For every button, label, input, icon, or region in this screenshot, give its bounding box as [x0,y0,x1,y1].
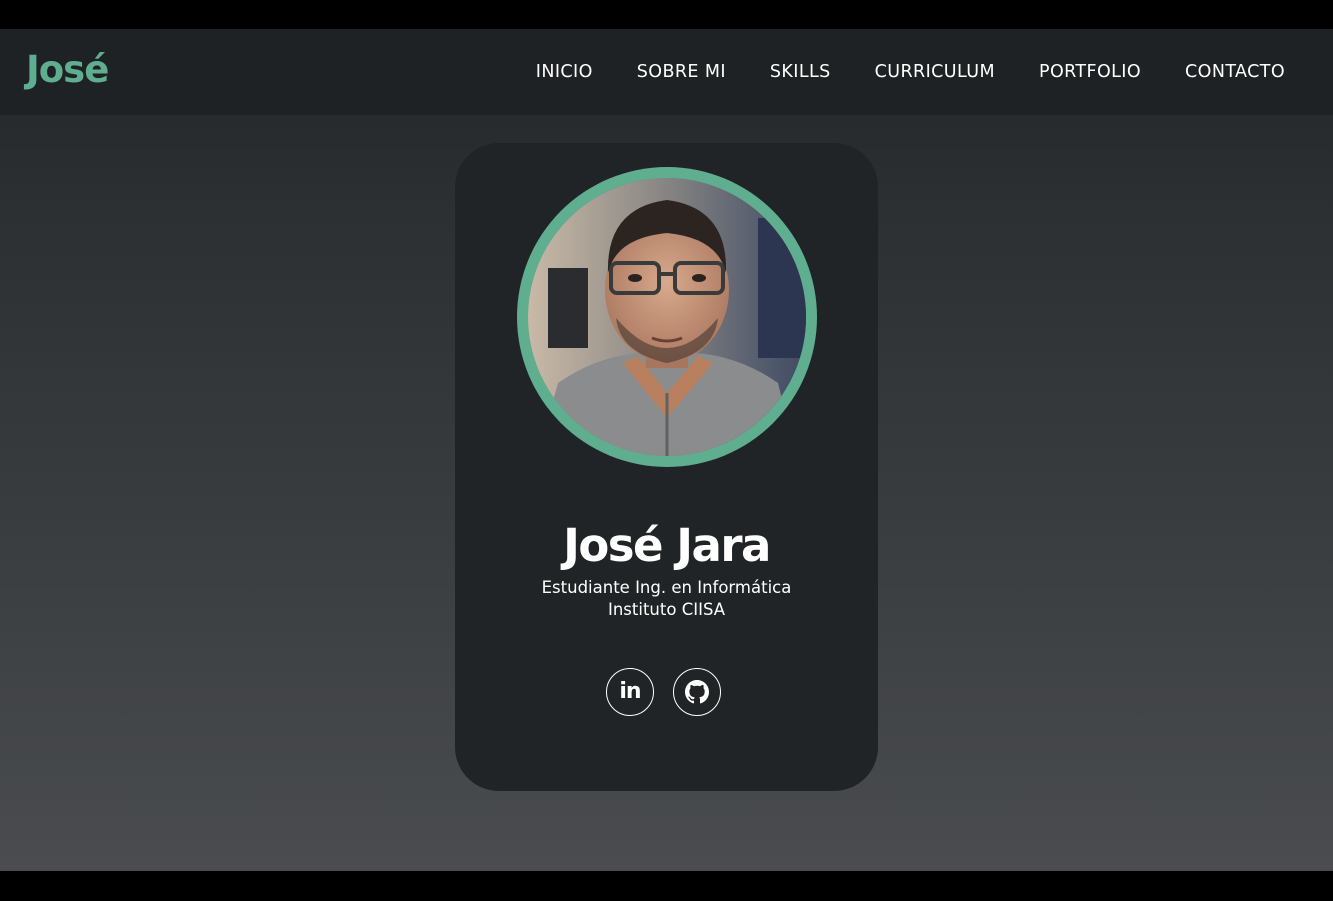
linkedin-icon: in [619,679,641,704]
site-logo[interactable]: José [26,46,109,94]
profile-card: José Jara Estudiante Ing. en Informática… [455,143,878,791]
profile-name: José Jara [563,519,771,572]
profile-subtitle-institution: Instituto CIISA [607,600,726,619]
nav-link-portfolio[interactable]: PORTFOLIO [1039,62,1141,82]
nav-link-contacto[interactable]: CONTACTO [1185,62,1285,82]
nav-link-sobre-mi[interactable]: SOBRE MI [637,62,726,82]
profile-photo-illustration [528,178,806,456]
profile-subtitle-role: Estudiante Ing. en Informática [541,578,792,597]
nav-link-inicio[interactable]: INICIO [536,62,593,82]
social-links: in [606,668,721,716]
nav-link-skills[interactable]: SKILLS [770,62,831,82]
page-viewport: José INICIO SOBRE MI SKILLS CURRICULUM P… [0,29,1333,871]
linkedin-button[interactable]: in [606,668,654,716]
navbar: José INICIO SOBRE MI SKILLS CURRICULUM P… [0,29,1333,115]
github-icon [685,680,709,704]
nav-menu: INICIO SOBRE MI SKILLS CURRICULUM PORTFO… [536,29,1285,115]
nav-link-curriculum[interactable]: CURRICULUM [875,62,995,82]
github-button[interactable] [673,668,721,716]
avatar-ring [517,167,817,467]
profile-photo [528,178,806,456]
